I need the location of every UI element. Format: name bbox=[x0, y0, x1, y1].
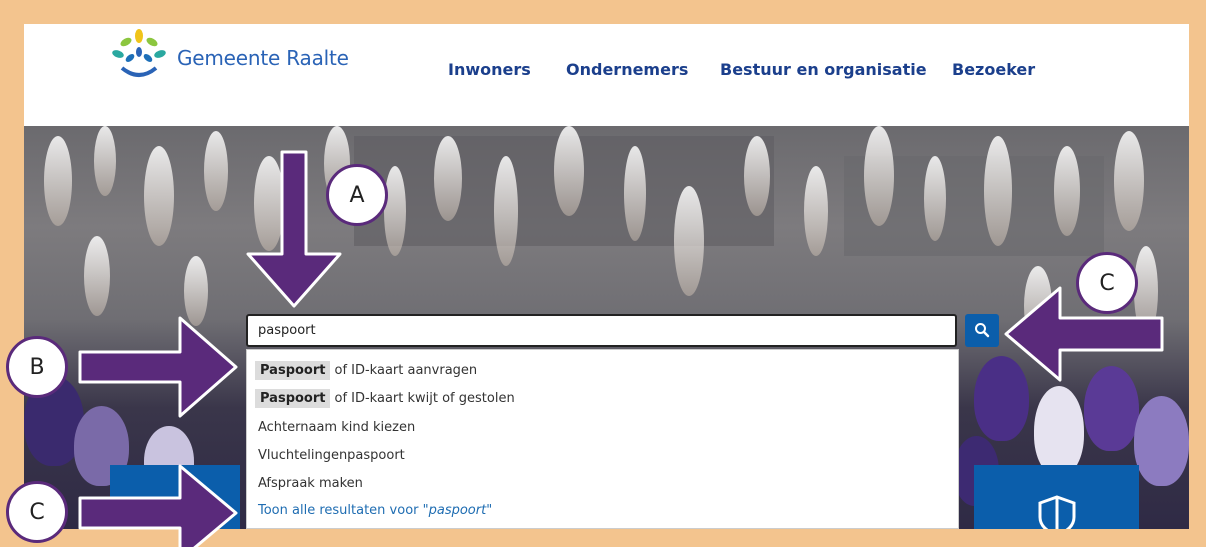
annotation-arrows bbox=[78, 150, 1164, 547]
annotation-arrow-c-bottom bbox=[78, 464, 238, 547]
annotation-label-c-top: C bbox=[1076, 252, 1138, 314]
annotation-label-b: B bbox=[6, 336, 68, 398]
annotation-arrow-b bbox=[78, 316, 238, 418]
annotation-arrow-a bbox=[246, 150, 342, 308]
annotation-label-a: A bbox=[326, 164, 388, 226]
annotation-label-c-bottom: C bbox=[6, 481, 68, 543]
